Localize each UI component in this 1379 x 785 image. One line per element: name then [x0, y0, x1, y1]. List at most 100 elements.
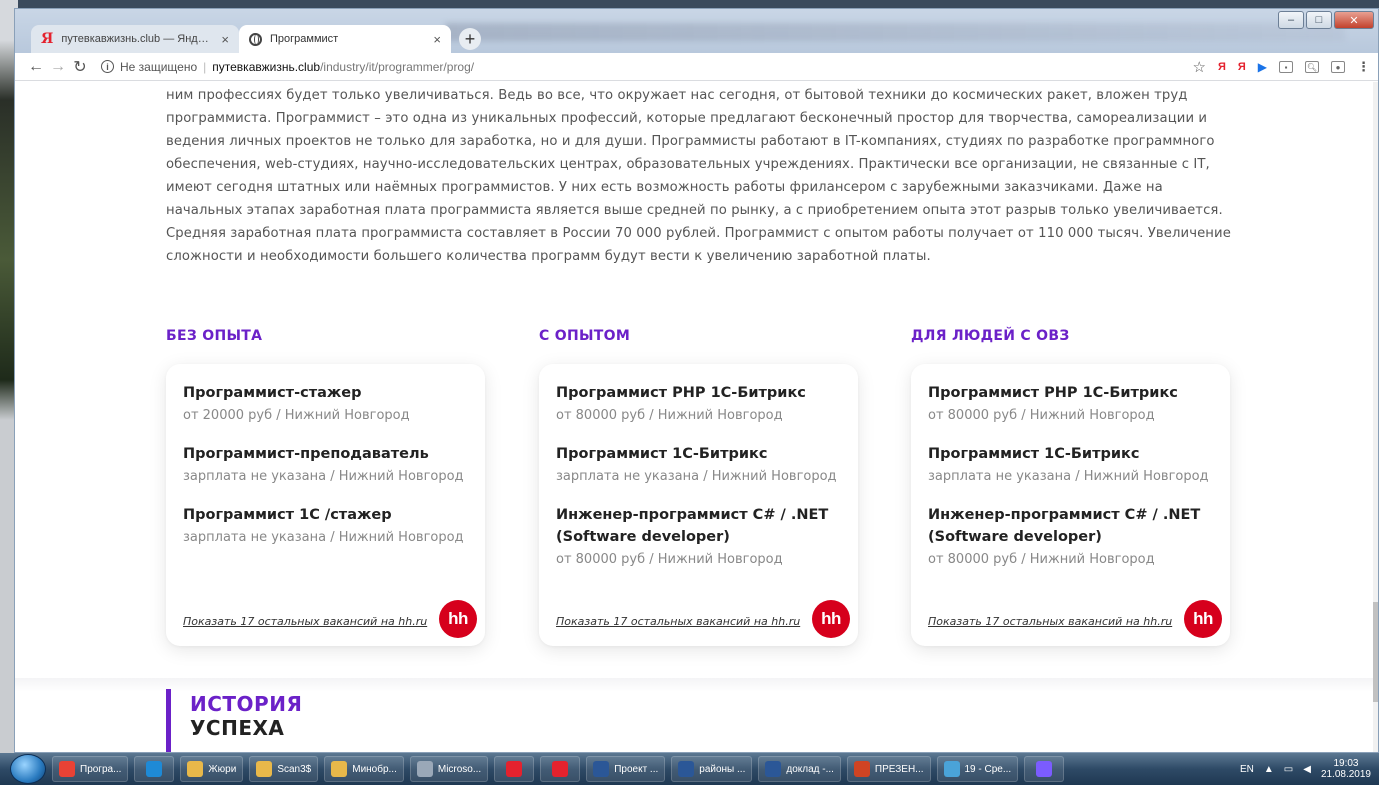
scrollbar-thumb[interactable] [1373, 602, 1378, 702]
taskbar-item[interactable]: Минобр... [324, 756, 404, 782]
forward-arrow-icon[interactable]: → [47, 58, 69, 76]
taskbar-item[interactable]: 19 - Сре... [936, 756, 1019, 782]
image-viewer-icon [943, 761, 960, 777]
omnibox[interactable]: i Не защищено | путевкавжизнь.club/indus… [101, 60, 474, 74]
taskbar-item-label: доклад -... [786, 763, 834, 775]
chrome-icon [59, 761, 75, 777]
taskbar-item-label: Жюри [208, 763, 237, 775]
yandex-extension-icon[interactable]: Я [1218, 61, 1226, 73]
taskbar-item-label: 19 - Сре... [964, 763, 1012, 775]
history-accent-bar [166, 689, 171, 752]
tab-programmer[interactable]: Программист × [239, 25, 451, 53]
vacancy-item[interactable]: Программист 1С /стажер зарплата не указа… [183, 504, 469, 549]
clock-time: 19:03 [1333, 758, 1359, 769]
vacancy-item[interactable]: Программист-стажер от 20000 руб / Нижний… [183, 382, 469, 427]
history-heading-line1: ИСТОРИЯ [190, 692, 303, 716]
play-icon[interactable]: ▶ [1258, 60, 1267, 74]
taskbar-item[interactable]: Microso... [409, 756, 489, 782]
taskbar-item[interactable]: ПРЕЗЕН... [846, 756, 931, 782]
taskbar-item[interactable] [494, 756, 535, 782]
close-tab-icon[interactable]: × [433, 32, 441, 47]
bookmark-star-icon[interactable]: ☆ [1193, 58, 1206, 76]
close-window-button[interactable]: ✕ [1334, 11, 1374, 29]
word-icon [678, 761, 695, 777]
maximize-button[interactable]: □ [1306, 11, 1332, 29]
taskbar-item[interactable] [1024, 756, 1065, 782]
taskbar-item-label: Минобр... [352, 763, 397, 775]
page-content: ним профессиях будет только увеличиватьс… [15, 82, 1375, 752]
tab-strip: Я путевкавжизнь.club — Яндекс: × Програм… [31, 23, 481, 53]
vacancy-title[interactable]: Программист 1С /стажер [183, 504, 469, 526]
taskbar-item-label: районы ... [699, 763, 746, 775]
vacancy-item[interactable]: Инженер-программист C# / .NET (Software … [556, 504, 842, 571]
search-extension-icon[interactable]: 🔍︎ [1305, 61, 1319, 73]
profile-icon[interactable]: ● [1331, 61, 1345, 73]
folder-icon [256, 761, 273, 777]
taskbar-item[interactable] [134, 756, 175, 782]
new-tab-button[interactable]: + [459, 28, 481, 50]
info-icon[interactable]: i [101, 60, 114, 73]
clock[interactable]: 19:03 21.08.2019 [1321, 758, 1371, 780]
history-heading: ИСТОРИЯ УСПЕХА [190, 692, 302, 740]
taskbar-item[interactable]: Scan3$ [249, 756, 319, 782]
start-button[interactable] [10, 754, 46, 784]
tab-yandex[interactable]: Я путевкавжизнь.club — Яндекс: × [31, 25, 239, 53]
taskbar-items: Програ... Жюри Scan3$ Минобр... Microso... Пр… [46, 756, 1065, 782]
more-vacancies-link[interactable]: Показать 17 остальных вакансий на hh.ru [556, 615, 800, 628]
powerpoint-icon [853, 761, 870, 777]
more-vacancies-link[interactable]: Показать 17 остальных вакансий на hh.ru [183, 615, 427, 628]
vacancy-card-disabilities: Программист PHP 1С-Битрикс от 80000 руб … [911, 364, 1230, 646]
vacancy-card-no-experience: Программист-стажер от 20000 руб / Нижний… [166, 364, 485, 646]
taskbar-item[interactable]: районы ... [671, 756, 753, 782]
tray-arrow-icon[interactable]: ▲ [1264, 764, 1274, 775]
vacancy-title[interactable]: Программист PHP 1С-Битрикс [928, 382, 1214, 404]
vacancy-title[interactable]: Программист 1С-Битрикс [928, 443, 1214, 465]
taskbar-item[interactable]: Програ... [52, 756, 129, 782]
background-window-blur [445, 23, 1345, 41]
globe-icon [249, 32, 262, 46]
column-title-disabilities: ДЛЯ ЛЮДЕЙ С ОВЗ [911, 328, 1070, 344]
vacancy-title[interactable]: Инженер-программист C# / .NET (Software … [928, 504, 1214, 548]
vacancy-title[interactable]: Программист-стажер [183, 382, 469, 404]
yandex-extension-icon[interactable]: Я [1238, 61, 1246, 73]
taskbar-item[interactable] [540, 756, 581, 782]
vacancy-title[interactable]: Программист-преподаватель [183, 443, 469, 465]
back-arrow-icon[interactable]: ← [25, 58, 47, 76]
language-indicator[interactable]: EN [1240, 764, 1254, 775]
vacancy-item[interactable]: Программист-преподаватель зарплата не ук… [183, 443, 469, 488]
vacancy-item[interactable]: Программист 1С-Битрикс зарплата не указа… [928, 443, 1214, 488]
taskbar-item-label: Програ... [80, 763, 122, 775]
vacancy-item[interactable]: Программист PHP 1С-Битрикс от 80000 руб … [556, 382, 842, 427]
menu-dots-icon[interactable]: ⋮ [1357, 59, 1370, 75]
minimize-button[interactable]: – [1278, 11, 1304, 29]
vacancy-item[interactable]: Программист PHP 1С-Битрикс от 80000 руб … [928, 382, 1214, 427]
hh-logo-icon[interactable]: hh [1184, 600, 1222, 638]
yandex-icon: Я [41, 31, 54, 47]
page-scrollbar[interactable] [1373, 82, 1378, 752]
more-vacancies-link[interactable]: Показать 17 остальных вакансий на hh.ru [928, 615, 1172, 628]
hh-logo-icon[interactable]: hh [439, 600, 477, 638]
vacancy-item[interactable]: Программист 1С-Битрикс зарплата не указа… [556, 443, 842, 488]
taskbar-item[interactable]: Проект ... [586, 756, 666, 782]
close-tab-icon[interactable]: × [221, 32, 229, 47]
browser-window: Я путевкавжизнь.club — Яндекс: × Програм… [14, 8, 1379, 753]
extension-icon[interactable]: ▪ [1279, 61, 1293, 73]
vacancy-meta: зарплата не указана / Нижний Новгород [183, 530, 464, 545]
window-controls: – □ ✕ [1278, 11, 1374, 29]
hh-logo-icon[interactable]: hh [812, 600, 850, 638]
network-icon[interactable]: ▭ [1284, 764, 1293, 775]
yandex-icon [506, 761, 523, 777]
yandex-browser-icon [552, 761, 569, 777]
reload-icon[interactable]: ↻ [69, 57, 91, 77]
tab-title: Программист [270, 33, 339, 45]
url-host: путевкавжизнь.club [212, 59, 321, 74]
taskbar-item[interactable]: Жюри [180, 756, 244, 782]
url-path: /industry/it/programmer/prog/ [320, 59, 475, 74]
taskbar-item[interactable]: доклад -... [758, 756, 841, 782]
volume-icon[interactable]: ◀ [1303, 764, 1311, 775]
vacancy-meta: от 80000 руб / Нижний Новгород [928, 408, 1155, 423]
vacancy-item[interactable]: Инженер-программист C# / .NET (Software … [928, 504, 1214, 571]
vacancy-title[interactable]: Программист PHP 1С-Битрикс [556, 382, 842, 404]
vacancy-title[interactable]: Программист 1С-Битрикс [556, 443, 842, 465]
vacancy-title[interactable]: Инженер-программист C# / .NET (Software … [556, 504, 842, 548]
